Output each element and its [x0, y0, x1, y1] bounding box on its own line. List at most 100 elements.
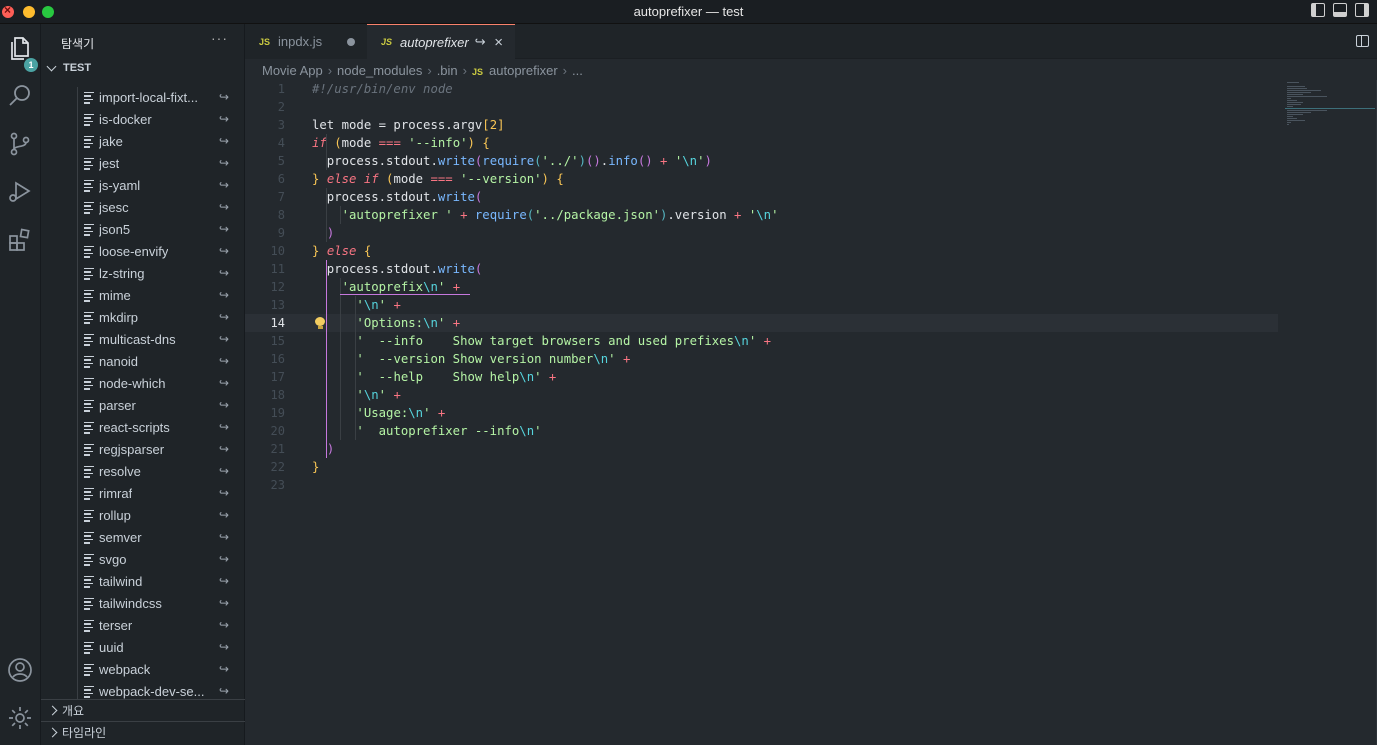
source-control-icon[interactable]: [6, 130, 34, 158]
file-lines-icon: [84, 444, 94, 456]
file-lines-icon: [84, 400, 94, 412]
file-item[interactable]: react-scripts ↪: [41, 417, 245, 439]
breadcrumb-item[interactable]: autoprefixer: [489, 63, 558, 78]
tab-inpdx-js[interactable]: JS inpdx.js: [245, 24, 367, 59]
file-item[interactable]: loose-envify ↪: [41, 241, 245, 263]
file-item[interactable]: mkdirp ↪: [41, 307, 245, 329]
symlink-icon: ↪: [219, 222, 230, 236]
account-icon[interactable]: [6, 656, 34, 684]
sidebar-more-actions-button[interactable]: ···: [211, 30, 228, 46]
code-line[interactable]: 5 process.stdout.write(require('../')().…: [245, 152, 1278, 170]
code-line[interactable]: 2: [245, 98, 1278, 116]
code-line[interactable]: 10} else {: [245, 242, 1278, 260]
file-item[interactable]: webpack-dev-se... ↪: [41, 681, 245, 699]
file-item[interactable]: nanoid ↪: [41, 351, 245, 373]
split-editor-icon[interactable]: [1356, 35, 1369, 47]
search-icon[interactable]: [6, 82, 34, 110]
toggle-primary-sidebar-icon[interactable]: [1311, 3, 1325, 17]
tab-autoprefixer[interactable]: JS autoprefixer ↪ ×: [367, 24, 515, 59]
file-item[interactable]: rollup ↪: [41, 505, 245, 527]
outline-section[interactable]: 개요: [41, 699, 245, 721]
file-item[interactable]: terser ↪: [41, 615, 245, 637]
symlink-icon: ↪: [219, 90, 230, 104]
file-item-label: lz-string: [99, 266, 145, 281]
code-text: if (mode === '--info') {: [312, 136, 490, 150]
file-item[interactable]: semver ↪: [41, 527, 245, 549]
breadcrumb-item[interactable]: node_modules: [337, 63, 422, 78]
unsaved-dot-icon[interactable]: [347, 38, 355, 46]
file-item[interactable]: tailwindcss ↪: [41, 593, 245, 615]
run-debug-icon[interactable]: [6, 178, 34, 206]
chevron-right-icon: [47, 705, 58, 716]
file-item[interactable]: jest ↪: [41, 153, 245, 175]
explorer-icon[interactable]: 1: [6, 34, 38, 72]
file-item[interactable]: webpack ↪: [41, 659, 245, 681]
file-item[interactable]: mime ↪: [41, 285, 245, 307]
file-item[interactable]: json5 ↪: [41, 219, 245, 241]
code-line[interactable]: 6} else if (mode === '--version') {: [245, 170, 1278, 188]
file-item[interactable]: is-docker ↪: [41, 109, 245, 131]
file-item[interactable]: parser ↪: [41, 395, 245, 417]
code-line[interactable]: 4 if (mode === '--info') {: [245, 134, 1278, 152]
line-number: 1: [277, 82, 285, 96]
tab-label: inpdx.js: [278, 34, 323, 49]
file-item[interactable]: uuid ↪: [41, 637, 245, 659]
code-line[interactable]: 3 let mode = process.argv[2]: [245, 116, 1278, 134]
code-line[interactable]: 19 'Usage:\n' +: [245, 404, 1278, 422]
chevron-right-icon: [47, 727, 58, 738]
minimap-line: [1287, 124, 1289, 125]
file-lines-icon: [84, 246, 94, 258]
lightbulb-icon[interactable]: [315, 317, 325, 329]
toggle-secondary-sidebar-icon[interactable]: [1355, 3, 1369, 17]
toggle-panel-icon[interactable]: [1333, 3, 1347, 17]
file-lines-icon: [84, 290, 94, 302]
symlink-icon: ↪: [219, 376, 230, 390]
file-item[interactable]: tailwind ↪: [41, 571, 245, 593]
file-item[interactable]: jake ↪: [41, 131, 245, 153]
code-line[interactable]: 18 '\n' +: [245, 386, 1278, 404]
code-line[interactable]: 20 ' autoprefixer --info\n': [245, 422, 1278, 440]
timeline-section[interactable]: 타임라인: [41, 721, 245, 743]
code-line[interactable]: 14 'Options:\n' +: [245, 314, 1278, 332]
file-item-label: semver: [99, 530, 142, 545]
file-item[interactable]: import-local-fixt... ↪: [41, 87, 245, 109]
file-item[interactable]: jsesc ↪: [41, 197, 245, 219]
settings-gear-icon[interactable]: [6, 704, 34, 732]
minimap-line: [1287, 86, 1305, 87]
symlink-icon: ↪: [219, 156, 230, 170]
line-number: 14: [270, 316, 285, 330]
file-item[interactable]: regjsparser ↪: [41, 439, 245, 461]
breadcrumb-item[interactable]: .bin: [437, 63, 458, 78]
file-item[interactable]: resolve ↪: [41, 461, 245, 483]
minimap[interactable]: [1285, 80, 1375, 140]
file-item[interactable]: lz-string ↪: [41, 263, 245, 285]
line-number: 9: [277, 226, 285, 240]
file-item[interactable]: node-which ↪: [41, 373, 245, 395]
code-line[interactable]: 9 ): [245, 224, 1278, 242]
code-line[interactable]: 8 'autoprefixer ' + require('../package.…: [245, 206, 1278, 224]
code-text: #!/usr/bin/env node: [312, 82, 453, 96]
code-line[interactable]: 16 ' --version Show version number\n' +: [245, 350, 1278, 368]
code-line[interactable]: 15 ' --info Show target browsers and use…: [245, 332, 1278, 350]
code-line[interactable]: 1 #!/usr/bin/env node: [245, 80, 1278, 98]
code-line[interactable]: 21 ): [245, 440, 1278, 458]
close-tab-icon[interactable]: ×: [494, 34, 503, 51]
file-item[interactable]: multicast-dns ↪: [41, 329, 245, 351]
code-line[interactable]: 22}: [245, 458, 1278, 476]
code-line[interactable]: 13 '\n' +: [245, 296, 1278, 314]
file-item[interactable]: js-yaml ↪: [41, 175, 245, 197]
extensions-icon[interactable]: [6, 226, 34, 254]
code-line[interactable]: 7 process.stdout.write(: [245, 188, 1278, 206]
file-item[interactable]: rimraf ↪: [41, 483, 245, 505]
file-item-label: webpack-dev-se...: [99, 684, 205, 699]
breadcrumb-item[interactable]: ...: [572, 63, 583, 78]
file-item-label: is-docker: [99, 112, 152, 127]
code-line[interactable]: 11 process.stdout.write(: [245, 260, 1278, 278]
window-title: autoprefixer — test: [633, 4, 744, 19]
symlink-icon: ↪: [219, 134, 230, 148]
breadcrumb-item[interactable]: Movie App: [262, 63, 323, 78]
code-line[interactable]: 17 ' --help Show help\n' +: [245, 368, 1278, 386]
code-line[interactable]: 23: [245, 476, 1278, 494]
folder-root-test[interactable]: TEST: [46, 61, 91, 74]
file-item[interactable]: svgo ↪: [41, 549, 245, 571]
